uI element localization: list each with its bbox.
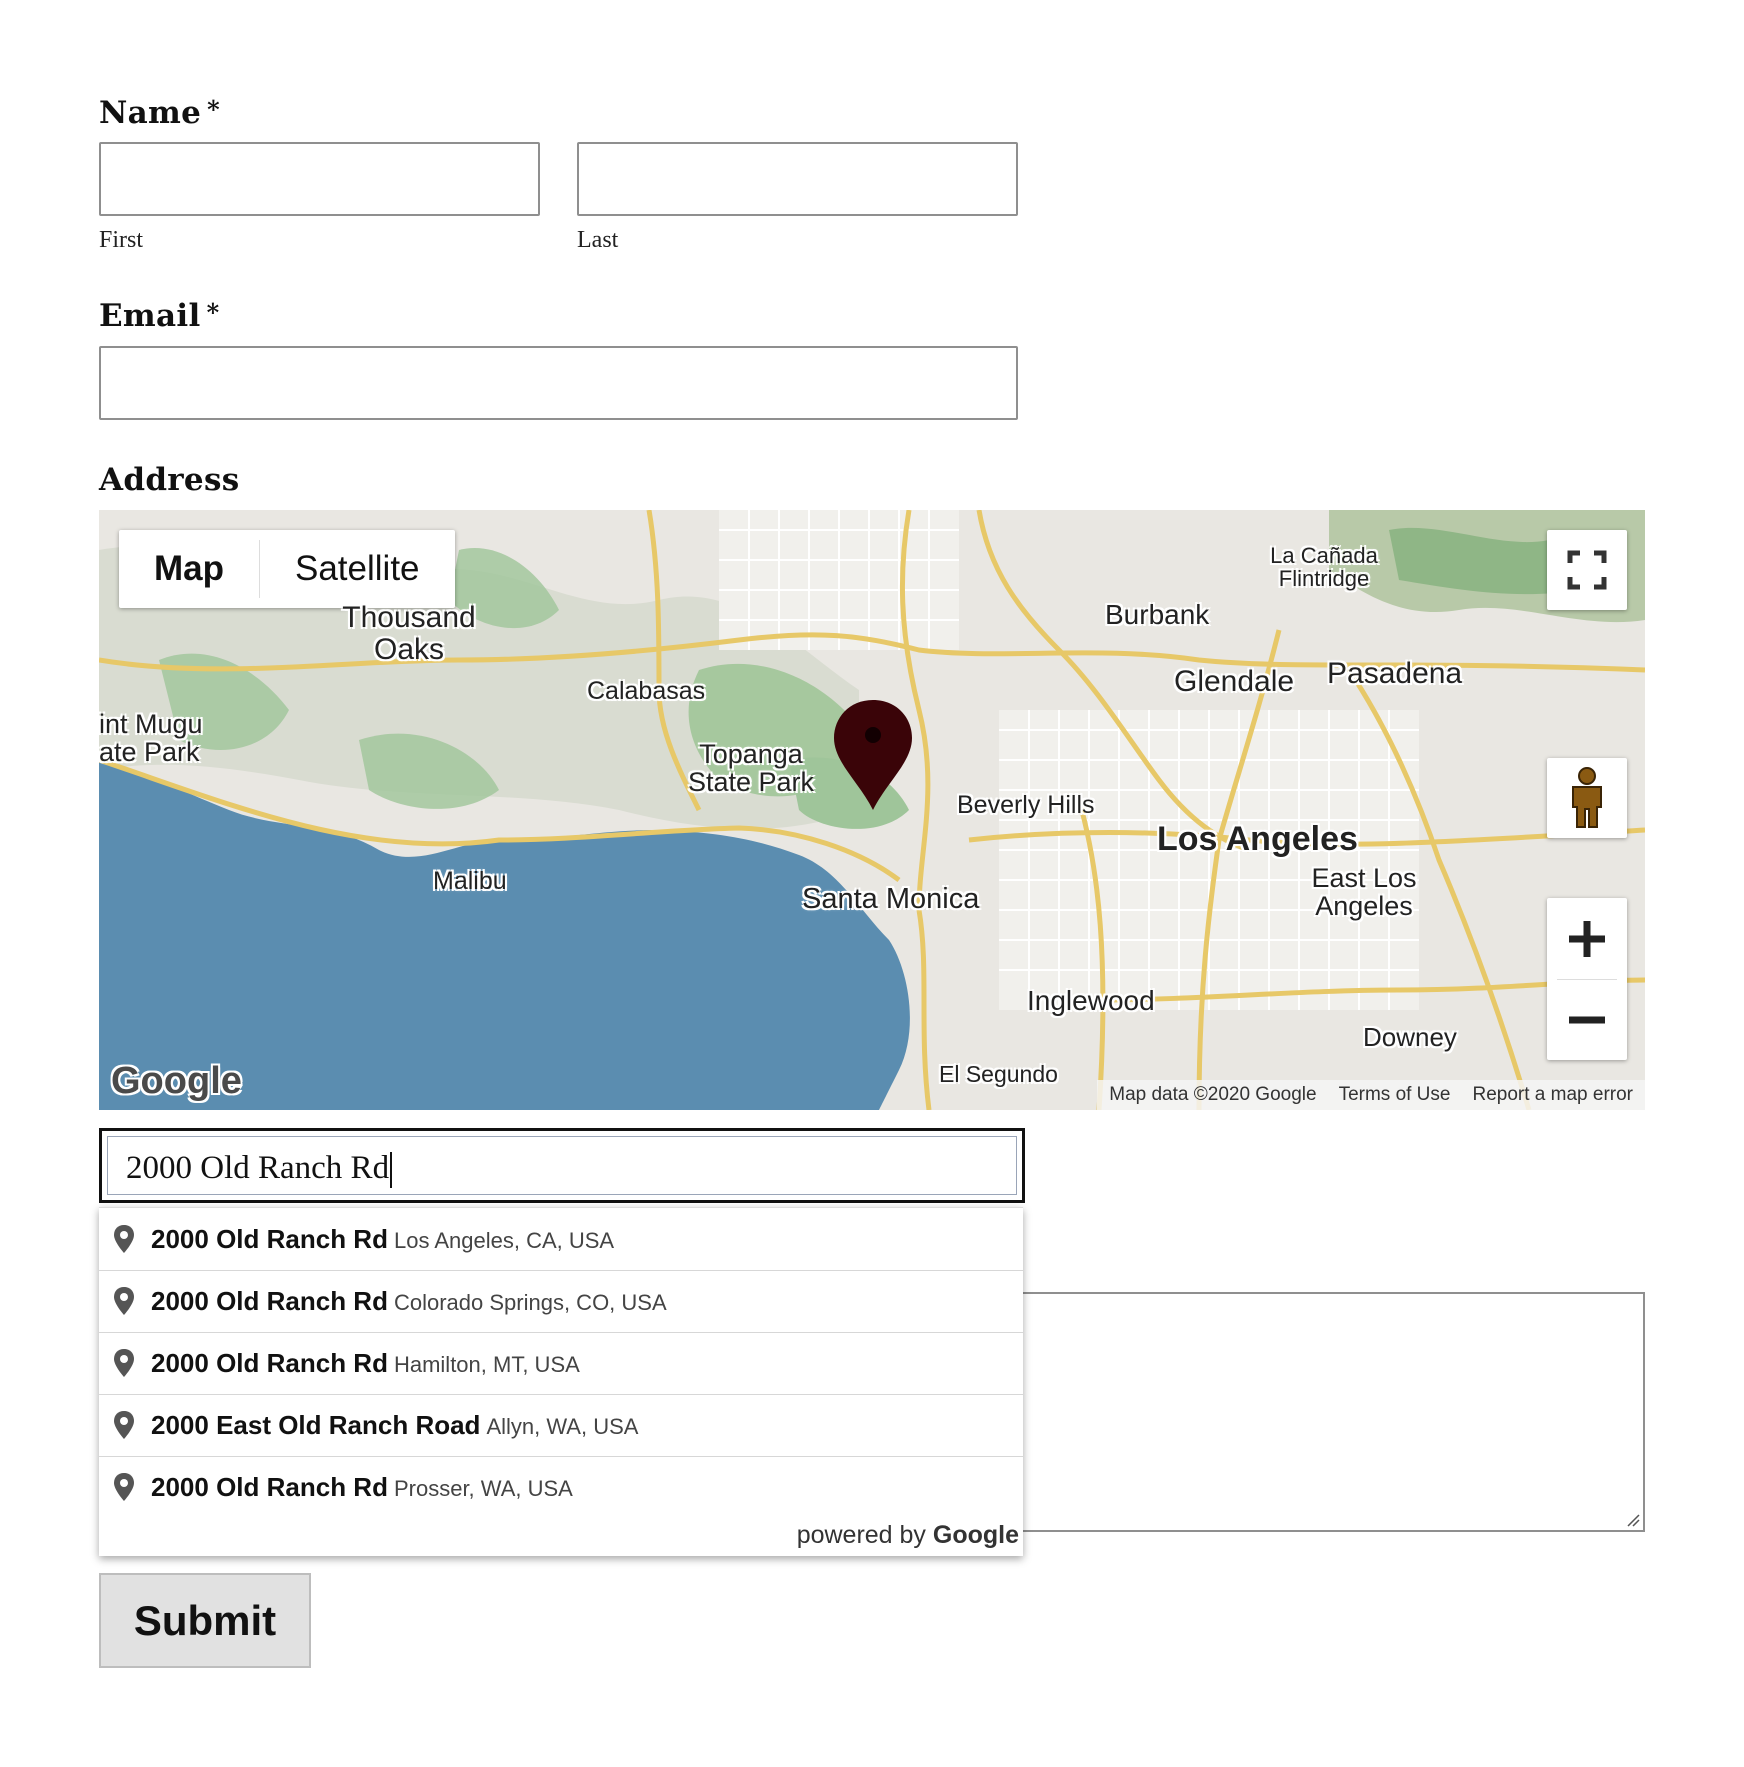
zoom-control <box>1547 898 1627 1060</box>
map-data-text: Map data ©2020 Google <box>1109 1084 1317 1105</box>
last-name-input[interactable] <box>577 142 1018 216</box>
email-label-text: Email <box>99 298 201 334</box>
suggestion-main: 2000 Old Ranch Rd <box>151 1472 388 1502</box>
place-la-canada: La Cañada Flintridge <box>1270 543 1378 592</box>
place-santa-monica: Santa Monica <box>802 883 980 915</box>
suggestion-item[interactable]: 2000 Old Ranch Rd Colorado Springs, CO, U… <box>99 1270 1023 1333</box>
google-logo: Google <box>111 1060 242 1102</box>
map-view[interactable]: Map Satellite Thousand Oaks Calabasas To… <box>99 510 1645 1110</box>
place-beverly-hills: Beverly Hills <box>957 791 1095 819</box>
suggestion-item[interactable]: 2000 Old Ranch Rd Prosser, WA, USA <box>99 1456 1023 1518</box>
suggestion-secondary: Colorado Springs, CO, USA <box>393 1290 667 1315</box>
suggestion-secondary: Hamilton, MT, USA <box>393 1352 580 1377</box>
location-pin-icon <box>114 1349 134 1377</box>
street-view-pegman-button[interactable] <box>1547 758 1627 838</box>
place-malibu: Malibu <box>433 867 507 895</box>
suggestion-text: 2000 Old Ranch Rd Colorado Springs, CO, U… <box>151 1270 667 1334</box>
first-name-input[interactable] <box>99 142 540 216</box>
pegman-icon <box>1572 767 1602 828</box>
place-el-segundo: El Segundo <box>939 1061 1058 1087</box>
place-pasadena: Pasadena <box>1327 657 1463 690</box>
email-label: Email * <box>99 298 219 334</box>
minus-icon <box>1569 1016 1605 1023</box>
place-point-mugu: int Mugu ate Park <box>99 709 203 768</box>
powered-by-google: powered by Google <box>797 1521 1019 1550</box>
suggestion-item[interactable]: 2000 Old Ranch Rd Hamilton, MT, USA <box>99 1332 1023 1395</box>
report-map-error-link[interactable]: Report a map error <box>1472 1084 1633 1106</box>
first-sublabel: First <box>99 227 144 253</box>
zoom-in-button[interactable] <box>1547 899 1627 979</box>
last-sublabel: Last <box>577 227 619 253</box>
address-input-value-wrap: 2000 Old Ranch Rd <box>126 1137 393 1200</box>
plus-icon <box>1569 920 1605 957</box>
name-label: Name * <box>99 95 220 131</box>
suggestion-text: 2000 East Old Ranch Road Allyn, WA, USA <box>151 1394 638 1458</box>
map-type-satellite-button[interactable]: Satellite <box>260 530 455 608</box>
address-label: Address <box>99 462 240 498</box>
place-thousand-oaks: Thousand Oaks <box>342 601 476 666</box>
map-type-control: Map Satellite <box>119 530 455 608</box>
location-pin-icon <box>114 1473 134 1501</box>
suggestion-main: 2000 Old Ranch Rd <box>151 1348 388 1378</box>
fullscreen-icon <box>1567 550 1607 590</box>
terms-of-use-link[interactable]: Terms of Use <box>1339 1084 1451 1106</box>
resize-handle-icon[interactable] <box>1626 1513 1640 1527</box>
location-pin-icon <box>114 1225 134 1253</box>
autocomplete-dropdown: 2000 Old Ranch Rd Los Angeles, CA, USA 20… <box>99 1207 1023 1556</box>
suggestion-secondary: Prosser, WA, USA <box>393 1476 573 1501</box>
required-mark: * <box>206 298 220 327</box>
place-burbank: Burbank <box>1105 599 1210 630</box>
place-glendale: Glendale <box>1174 665 1295 698</box>
name-label-text: Name <box>99 95 202 131</box>
suggestion-secondary: Allyn, WA, USA <box>486 1414 639 1439</box>
place-east-la: East Los Angeles <box>1311 863 1417 922</box>
google-wordmark: Google <box>932 1521 1019 1549</box>
message-textarea[interactable] <box>990 1292 1645 1532</box>
place-calabasas: Calabasas <box>587 677 706 705</box>
fullscreen-button[interactable] <box>1547 530 1627 610</box>
required-mark: * <box>207 95 221 124</box>
address-input-value: 2000 Old Ranch Rd <box>126 1150 390 1186</box>
suggestion-main: 2000 Old Ranch Rd <box>151 1286 388 1316</box>
suggestion-main: 2000 East Old Ranch Road <box>151 1410 481 1440</box>
place-downey: Downey <box>1363 1022 1457 1052</box>
text-caret <box>390 1152 393 1189</box>
suggestion-main: 2000 Old Ranch Rd <box>151 1224 388 1254</box>
suggestion-text: 2000 Old Ranch Rd Hamilton, MT, USA <box>151 1332 580 1396</box>
map-type-map-button[interactable]: Map <box>119 530 259 608</box>
address-search-input[interactable]: 2000 Old Ranch Rd <box>99 1128 1025 1203</box>
zoom-out-button[interactable] <box>1547 980 1627 1060</box>
suggestion-secondary: Los Angeles, CA, USA <box>393 1228 615 1253</box>
email-input[interactable] <box>99 346 1018 420</box>
place-inglewood: Inglewood <box>1027 985 1155 1016</box>
suggestion-item[interactable]: 2000 East Old Ranch Road Allyn, WA, USA <box>99 1394 1023 1457</box>
location-pin-icon <box>114 1287 134 1315</box>
address-input-inner: 2000 Old Ranch Rd <box>107 1136 1017 1195</box>
suggestion-text: 2000 Old Ranch Rd Prosser, WA, USA <box>151 1456 573 1520</box>
powered-by-text: powered by <box>796 1521 926 1549</box>
submit-button[interactable]: Submit <box>99 1573 311 1668</box>
place-los-angeles: Los Angeles <box>1157 820 1358 858</box>
place-topanga: Topanga State Park <box>687 739 815 798</box>
suggestion-text: 2000 Old Ranch Rd Los Angeles, CA, USA <box>151 1208 614 1272</box>
location-pin-icon <box>114 1411 134 1439</box>
suggestion-item[interactable]: 2000 Old Ranch Rd Los Angeles, CA, USA <box>99 1208 1023 1271</box>
map-attribution: Map data ©2020 Google Terms of Use Repor… <box>1097 1080 1645 1110</box>
